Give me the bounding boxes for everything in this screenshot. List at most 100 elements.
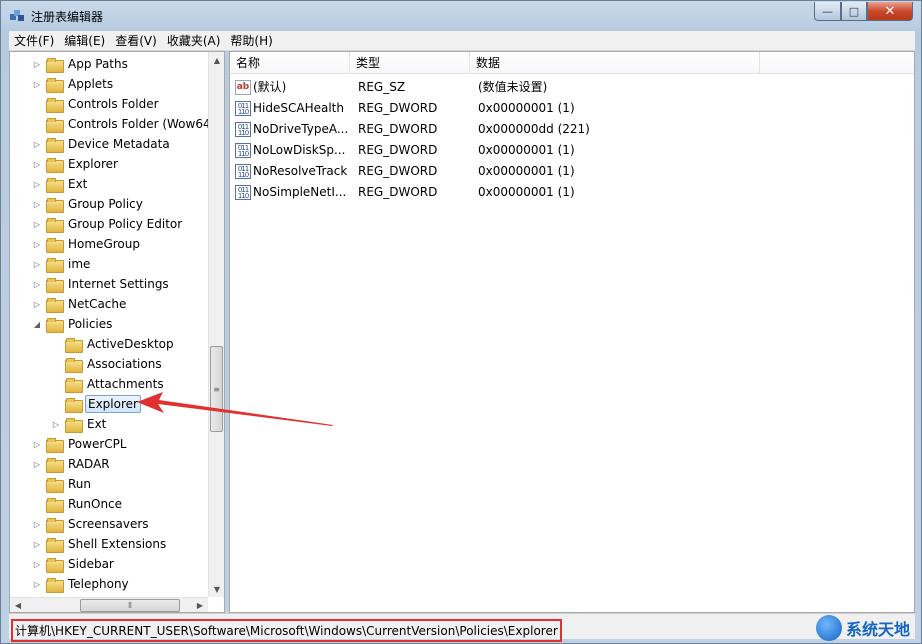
tree-item[interactable]: ▷ Telephony (32, 574, 131, 594)
tree-item[interactable]: ▷ Group Policy Editor (32, 214, 184, 234)
expand-arrow-icon[interactable]: ▷ (32, 199, 42, 209)
value-row[interactable]: 011 110 NoLowDiskSp... REG_DWORD 0x00000001… (230, 140, 914, 161)
scroll-left-arrow-icon[interactable]: ◀ (10, 598, 26, 612)
expand-arrow-icon[interactable]: ▷ (32, 219, 42, 229)
folder-icon (46, 77, 64, 93)
expand-arrow-icon[interactable]: ▷ (32, 59, 42, 69)
expand-arrow-icon[interactable]: ▷ (32, 539, 42, 549)
expand-arrow-icon[interactable]: ▷ (32, 259, 42, 269)
menu-item[interactable]: 编辑(E) (59, 31, 110, 51)
expand-arrow-icon[interactable]: ▷ (32, 279, 42, 289)
tree-item[interactable]: ▷ PowerCPL (32, 434, 129, 454)
tree-item[interactable]: ◢ Policies (32, 314, 114, 334)
tree-item[interactable]: Explorer (51, 394, 141, 414)
scroll-down-arrow-icon[interactable]: ▼ (209, 581, 224, 597)
tree-connector (32, 499, 42, 509)
maximize-button[interactable]: □ (841, 2, 867, 21)
folder-icon (46, 277, 64, 293)
value-row[interactable]: 011 110 NoResolveTrack REG_DWORD 0x00000001… (230, 161, 914, 182)
tree-item[interactable]: ▷ Group Policy (32, 194, 145, 214)
value-data: 0x00000001 (1) (478, 143, 575, 157)
menu-item[interactable]: 收藏夹(A) (162, 31, 226, 51)
tree-item-label: Controls Folder (Wow64 (68, 117, 208, 131)
column-header-type[interactable]: 类型 (350, 52, 470, 74)
tree-item[interactable]: ▷ RADAR (32, 454, 112, 474)
tree-item-label: Group Policy Editor (68, 217, 183, 231)
expand-arrow-icon[interactable]: ▷ (32, 579, 42, 589)
tree-item-label: Run (68, 477, 92, 491)
folder-icon (46, 197, 64, 213)
tree-item[interactable]: ▷ Internet Settings (32, 274, 171, 294)
tree-item[interactable]: ▷ HomeGroup (32, 234, 142, 254)
minimize-button[interactable]: — (814, 2, 841, 21)
tree-item[interactable]: ▷ Sidebar (32, 554, 116, 574)
value-data: 0x00000001 (1) (478, 101, 575, 115)
value-row[interactable]: 011 110 HideSCAHealth REG_DWORD 0x00000001 … (230, 98, 914, 119)
tree-item-label: Device Metadata (68, 137, 170, 151)
value-row[interactable]: ab (默认) REG_SZ (数值未设置) (230, 77, 914, 98)
scroll-up-arrow-icon[interactable]: ▲ (209, 52, 224, 68)
key-tree-pane: ▷ App Paths ▷ Applets Controls Folder Control… (9, 51, 225, 613)
tree-item[interactable]: ▷ NetCache (32, 294, 128, 314)
column-header-data[interactable]: 数据 (470, 52, 760, 74)
menu-item[interactable]: 文件(F) (9, 31, 59, 51)
tree-item[interactable]: ▷ Ext (32, 174, 89, 194)
column-header-name[interactable]: 名称 (230, 52, 350, 74)
tree-item-label: Screensavers (68, 517, 149, 531)
tree-item-label: HomeGroup (68, 237, 140, 251)
tree-item[interactable]: ▷ Shell Extensions (32, 534, 168, 554)
scroll-thumb-horizontal[interactable]: ⦀ (80, 599, 180, 612)
tree-item[interactable]: Associations (51, 354, 164, 374)
value-row[interactable]: 011 110 NoSimpleNetI... REG_DWORD 0x0000000… (230, 182, 914, 203)
menu-item[interactable]: 帮助(H) (225, 31, 277, 51)
binary-value-icon: 011 110 (235, 101, 251, 116)
title-bar[interactable]: 注册表编辑器 — □ ✕ (1, 1, 921, 31)
value-row[interactable]: 011 110 NoDriveTypeA... REG_DWORD 0x000000d… (230, 119, 914, 140)
folder-icon (46, 557, 64, 573)
tree-item[interactable]: ActiveDesktop (51, 334, 176, 354)
close-button[interactable]: ✕ (867, 2, 913, 21)
folder-icon (46, 237, 64, 253)
tree-item-label: Controls Folder (68, 97, 159, 111)
expand-arrow-icon[interactable]: ▷ (32, 299, 42, 309)
tree-vertical-scrollbar[interactable]: ▲ ≡ ▼ (208, 52, 224, 597)
status-key-path: 计算机\HKEY_CURRENT_USER\Software\Microsoft… (11, 619, 562, 642)
tree-item[interactable]: RunOnce (32, 494, 124, 514)
expand-arrow-icon[interactable]: ▷ (32, 559, 42, 569)
menu-item[interactable]: 查看(V) (110, 31, 162, 51)
tree-item[interactable]: ▷ Applets (32, 74, 115, 94)
tree-item[interactable]: ▷ Ext (51, 414, 108, 434)
collapse-arrow-icon[interactable]: ◢ (32, 319, 42, 329)
value-type: REG_DWORD (358, 185, 438, 199)
expand-arrow-icon[interactable]: ▷ (32, 239, 42, 249)
folder-icon (46, 57, 64, 73)
tree-item-label: NetCache (68, 297, 127, 311)
tree-horizontal-scrollbar[interactable]: ◀ ⦀ ▶ (10, 597, 208, 612)
expand-arrow-icon[interactable]: ▷ (32, 519, 42, 529)
expand-arrow-icon[interactable]: ▷ (32, 459, 42, 469)
expand-arrow-icon[interactable]: ▷ (32, 139, 42, 149)
expand-arrow-icon[interactable]: ▷ (32, 179, 42, 189)
tree-item-label: RunOnce (68, 497, 123, 511)
tree-item[interactable]: ▷ Screensavers (32, 514, 151, 534)
expand-arrow-icon[interactable]: ▷ (32, 159, 42, 169)
tree-item[interactable]: ▷ ime (32, 254, 92, 274)
tree-item[interactable]: ▷ App Paths (32, 54, 130, 74)
tree-connector (32, 119, 42, 129)
expand-arrow-icon[interactable]: ▷ (32, 79, 42, 89)
value-name: NoResolveTrack (253, 164, 348, 178)
expand-arrow-icon[interactable]: ▷ (32, 439, 42, 449)
tree-item[interactable]: Run (32, 474, 93, 494)
tree-item[interactable]: Controls Folder (32, 94, 161, 114)
scroll-right-arrow-icon[interactable]: ▶ (192, 598, 208, 612)
tree-item[interactable]: Controls Folder (Wow64 (32, 114, 208, 134)
tree-item-label: Shell Extensions (68, 537, 167, 551)
tree-item[interactable]: ▷ Device Metadata (32, 134, 172, 154)
tree-connector (51, 399, 61, 409)
expand-arrow-icon[interactable]: ▷ (51, 419, 61, 429)
tree-item-label: ActiveDesktop (87, 337, 174, 351)
tree-item-label: Sidebar (68, 557, 114, 571)
tree-item[interactable]: ▷ Explorer (32, 154, 120, 174)
tree-item-label: ime (68, 257, 91, 271)
value-type: REG_SZ (358, 80, 406, 94)
